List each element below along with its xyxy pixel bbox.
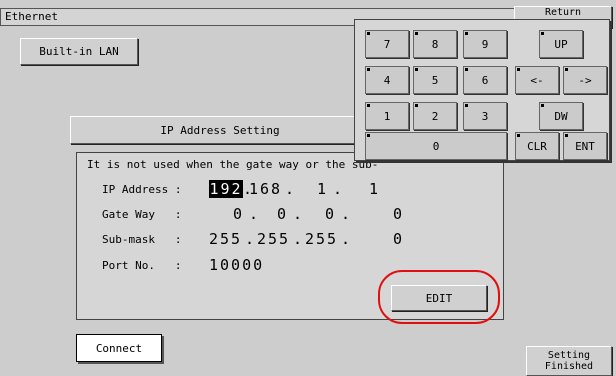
port-label: Port No. : xyxy=(102,259,182,272)
key-4[interactable]: 4 xyxy=(365,66,409,94)
setting-finished-label-1: Setting xyxy=(547,350,591,361)
submask-octet-4-field[interactable]: 0 xyxy=(393,230,404,248)
key-0[interactable]: 0 xyxy=(365,132,507,160)
key-clear[interactable]: CLR xyxy=(515,132,559,160)
key-enter[interactable]: ENT xyxy=(563,132,607,160)
key-9[interactable]: 9 xyxy=(463,30,507,58)
submask-octet-3-field[interactable]: 255 xyxy=(305,230,338,248)
key-left[interactable]: <- xyxy=(515,66,559,94)
gateway-octet-2-field[interactable]: 0 xyxy=(277,205,288,223)
ip-octet-1-field[interactable]: 192 xyxy=(209,180,243,198)
ip-address-label: IP Address : xyxy=(102,183,182,196)
key-6[interactable]: 6 xyxy=(463,66,507,94)
submask-label: Sub-mask : xyxy=(102,233,182,246)
key-8[interactable]: 8 xyxy=(413,30,457,58)
key-7[interactable]: 7 xyxy=(365,30,409,58)
note-text: It is not used when the gate way or the … xyxy=(87,158,379,171)
ip-octet-2-field[interactable]: 168 xyxy=(249,180,282,198)
key-1[interactable]: 1 xyxy=(365,102,409,130)
ip-setting-header: IP Address Setting xyxy=(70,116,370,144)
ip-setting-title: IP Address Setting xyxy=(160,123,280,137)
gateway-octet-4-field[interactable]: 0 xyxy=(393,205,404,223)
edit-highlight-ring xyxy=(378,270,500,324)
key-5[interactable]: 5 xyxy=(413,66,457,94)
port-field[interactable]: 10000 xyxy=(209,256,264,274)
gateway-label: Gate Way : xyxy=(102,208,182,221)
builtin-lan-label: Built-in LAN xyxy=(39,45,119,58)
setting-finished-label-2: Finished xyxy=(544,361,594,372)
return-label: Return xyxy=(544,7,582,18)
submask-octet-2-field[interactable]: 255 xyxy=(257,230,290,248)
window-title: Ethernet xyxy=(5,10,58,23)
builtin-lan-button[interactable]: Built-in LAN xyxy=(20,38,138,65)
gateway-octet-3-field[interactable]: 0 xyxy=(325,205,336,223)
ip-octet-4-field[interactable]: 1 xyxy=(369,180,380,198)
submask-octet-1-field[interactable]: 255 xyxy=(209,230,242,248)
connect-label: Connect xyxy=(95,341,143,355)
key-right[interactable]: -> xyxy=(563,66,607,94)
gateway-octet-1-field[interactable]: 0 xyxy=(233,205,244,223)
key-3[interactable]: 3 xyxy=(463,102,507,130)
ip-octet-3-field[interactable]: 1 xyxy=(317,180,328,198)
setting-finished-button[interactable]: Setting Finished xyxy=(526,346,612,376)
key-down[interactable]: DW xyxy=(539,102,583,130)
key-up[interactable]: UP xyxy=(539,30,583,58)
connect-button[interactable]: Connect xyxy=(76,334,162,362)
numeric-keypad: 7 8 9 UP 4 5 6 <- -> 1 2 3 DW 0 CLR ENT xyxy=(354,19,610,161)
key-2[interactable]: 2 xyxy=(413,102,457,130)
